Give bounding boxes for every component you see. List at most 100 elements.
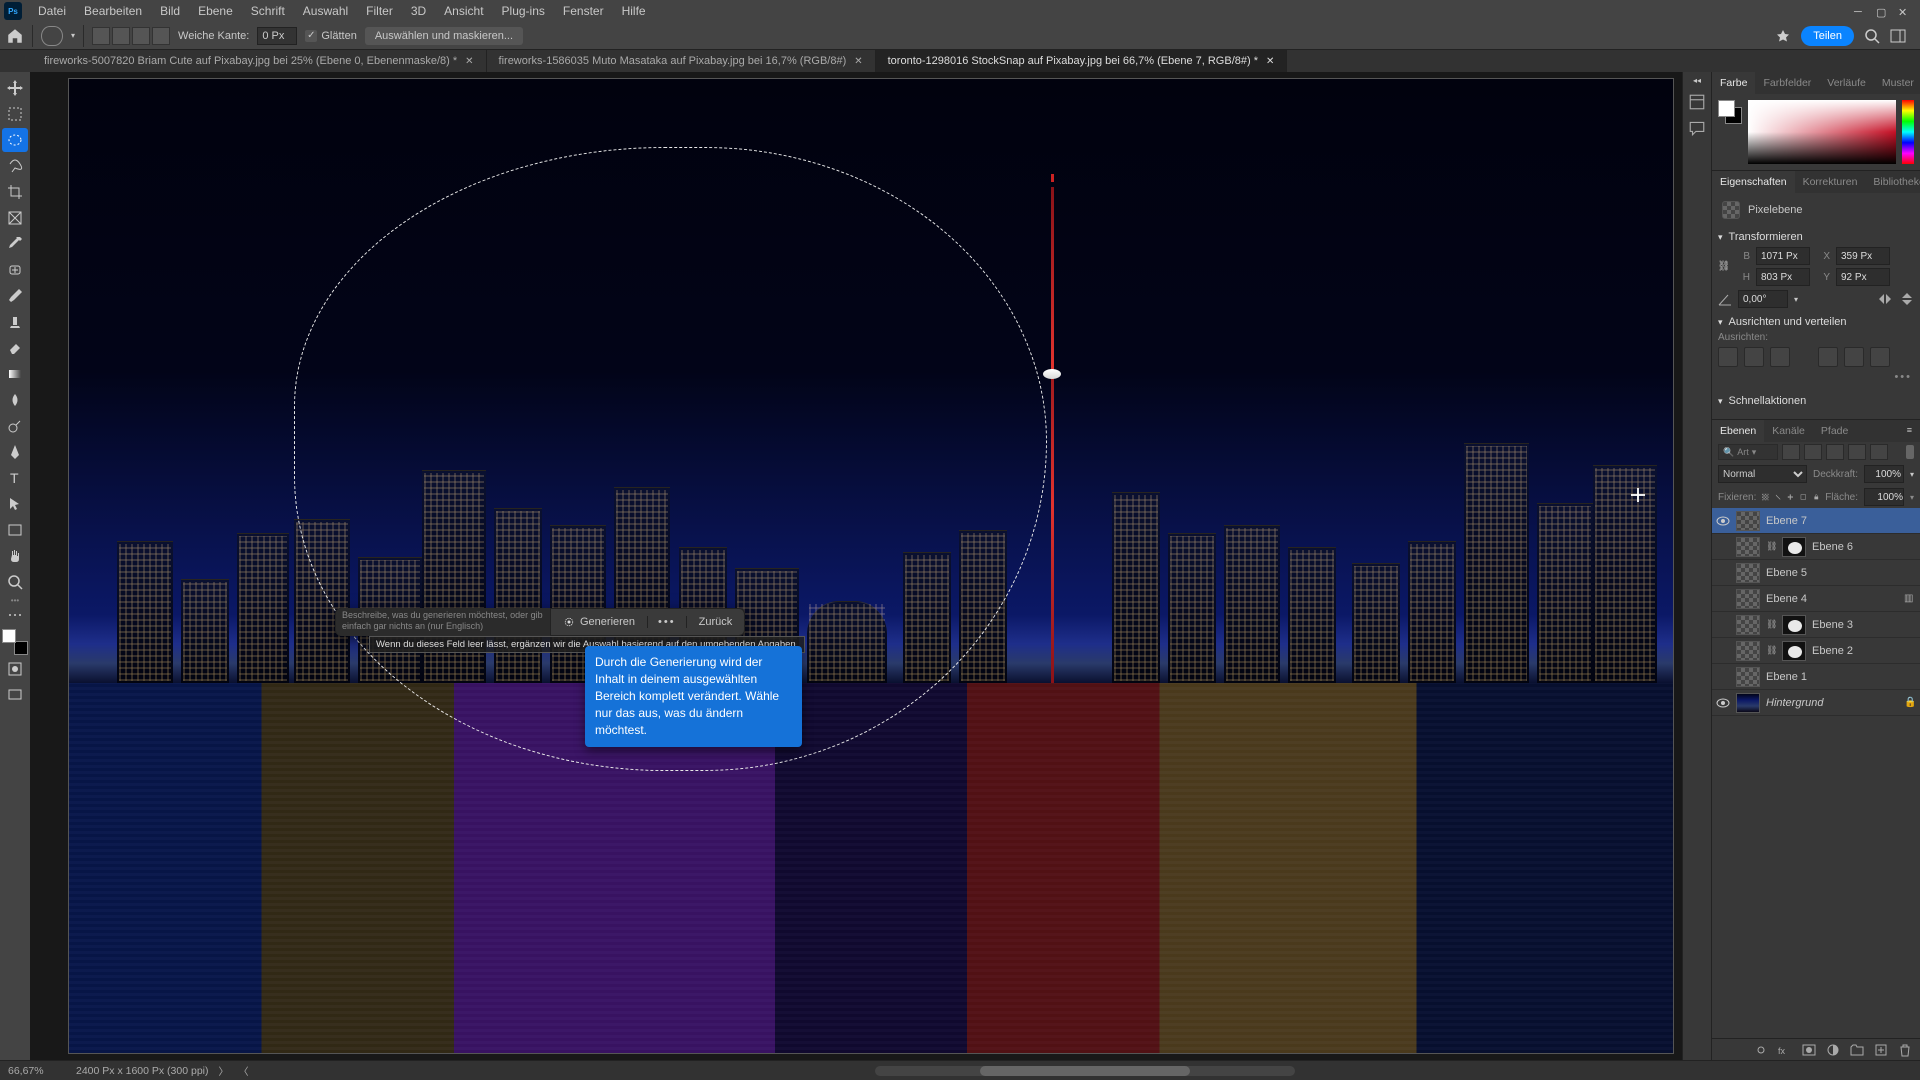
feather-input[interactable] [257, 27, 297, 45]
search-icon[interactable] [1864, 28, 1880, 44]
align-top-icon[interactable] [1818, 347, 1838, 367]
layer-name[interactable]: Ebene 7 [1766, 515, 1807, 527]
visibility-icon[interactable] [1716, 592, 1730, 606]
layer-name[interactable]: Hintergrund [1766, 697, 1823, 709]
tab-pfade[interactable]: Pfade [1813, 420, 1856, 442]
layer-row[interactable]: Ebene 5 [1712, 560, 1920, 586]
section-align[interactable]: Ausrichten und verteilen [1718, 316, 1914, 328]
quickmask-tool[interactable] [2, 657, 28, 681]
menu-ebene[interactable]: Ebene [190, 1, 241, 21]
screenmode-tool[interactable] [2, 683, 28, 707]
ellipse-marquee-tool[interactable] [2, 128, 28, 152]
type-tool[interactable]: T [2, 466, 28, 490]
layer-row[interactable]: Ebene 4 ▥ [1712, 586, 1920, 612]
layer-thumbnail[interactable] [1736, 693, 1760, 713]
window-close-icon[interactable]: ✕ [1898, 6, 1908, 16]
close-icon[interactable]: ✕ [1266, 56, 1274, 67]
window-max-icon[interactable]: ▢ [1876, 6, 1886, 16]
menu-schrift[interactable]: Schrift [243, 1, 293, 21]
link-dimensions-icon[interactable]: ⛓ [1718, 261, 1730, 272]
cloud-discover-icon[interactable] [1775, 28, 1791, 44]
menu-fenster[interactable]: Fenster [555, 1, 612, 21]
document-tab-2[interactable]: fireworks-1586035 Muto Masataka auf Pixa… [487, 50, 876, 72]
generate-button[interactable]: Generieren [551, 609, 647, 635]
eyedropper-tool[interactable] [2, 232, 28, 256]
taskbar-more-button[interactable]: ••• [647, 616, 687, 628]
move-tool[interactable] [2, 76, 28, 100]
lasso-tool[interactable] [2, 154, 28, 178]
selection-add-icon[interactable] [112, 27, 130, 45]
close-icon[interactable]: ✕ [465, 56, 473, 67]
flip-vertical-icon[interactable] [1900, 292, 1914, 306]
layer-mask-thumbnail[interactable] [1782, 641, 1806, 661]
fx-icon[interactable]: fx [1778, 1043, 1792, 1057]
layer-row[interactable]: ⛓Ebene 6 [1712, 534, 1920, 560]
layer-thumbnail[interactable] [1736, 641, 1760, 661]
docinfo-chevron-icon[interactable]: 〉 [219, 1063, 229, 1078]
comments-panel-icon[interactable] [1688, 119, 1706, 137]
workspace-icon[interactable] [1890, 28, 1906, 44]
lock-all-icon[interactable] [1813, 490, 1820, 504]
layer-mask-thumbnail[interactable] [1782, 537, 1806, 557]
antialias-checkbox[interactable]: Glätten [305, 30, 356, 42]
layer-mask-thumbnail[interactable] [1782, 615, 1806, 635]
share-button[interactable]: Teilen [1801, 26, 1854, 46]
x-input[interactable] [1836, 247, 1890, 265]
rect-marquee-tool[interactable] [2, 102, 28, 126]
clone-stamp-tool[interactable] [2, 310, 28, 334]
layer-row[interactable]: ⛓Ebene 3 [1712, 612, 1920, 638]
blend-mode-select[interactable]: Normal [1718, 465, 1807, 483]
prev-chevron-icon[interactable]: 〈 [239, 1063, 249, 1078]
layer-thumbnail[interactable] [1736, 511, 1760, 531]
window-min-icon[interactable]: ─ [1854, 6, 1864, 16]
adjustment-icon[interactable] [1826, 1043, 1840, 1057]
menu-bild[interactable]: Bild [152, 1, 188, 21]
select-and-mask-button[interactable]: Auswählen und maskieren... [365, 27, 523, 45]
blur-tool[interactable] [2, 388, 28, 412]
new-layer-icon[interactable] [1874, 1043, 1888, 1057]
layer-name[interactable]: Ebene 1 [1766, 671, 1807, 683]
layer-thumbnail[interactable] [1736, 667, 1760, 687]
tab-ebenen[interactable]: Ebenen [1712, 420, 1764, 442]
layer-row[interactable]: Ebene 1 [1712, 664, 1920, 690]
crop-tool[interactable] [2, 180, 28, 204]
visibility-icon[interactable] [1716, 540, 1730, 554]
delete-icon[interactable] [1898, 1043, 1912, 1057]
tab-bibliotheken[interactable]: Bibliotheken [1865, 171, 1920, 193]
document-canvas[interactable] [68, 78, 1674, 1054]
layer-row[interactable]: Ebene 7 [1712, 508, 1920, 534]
close-icon[interactable]: ✕ [854, 56, 862, 67]
link-layers-icon[interactable] [1754, 1043, 1768, 1057]
zoom-readout[interactable]: 66,67% [8, 1065, 66, 1077]
visibility-icon[interactable] [1716, 696, 1730, 710]
home-icon[interactable] [6, 27, 24, 45]
gradient-tool[interactable] [2, 362, 28, 386]
hand-tool[interactable] [2, 544, 28, 568]
visibility-icon[interactable] [1716, 644, 1730, 658]
layer-name[interactable]: Ebene 4 [1766, 593, 1807, 605]
tab-muster[interactable]: Muster [1874, 72, 1920, 94]
flip-horizontal-icon[interactable] [1878, 292, 1892, 306]
tab-verlaufe[interactable]: Verläufe [1819, 72, 1874, 94]
visibility-icon[interactable] [1716, 514, 1730, 528]
menu-datei[interactable]: Datei [30, 1, 74, 21]
color-spectrum[interactable] [1748, 100, 1896, 164]
visibility-icon[interactable] [1716, 618, 1730, 632]
menu-filter[interactable]: Filter [358, 1, 401, 21]
taskbar-back-button[interactable]: Zurück [687, 616, 745, 628]
menu-3d[interactable]: 3D [403, 1, 434, 21]
tab-kanale[interactable]: Kanäle [1764, 420, 1813, 442]
zoom-tool[interactable] [2, 570, 28, 594]
document-info[interactable]: 2400 Px x 1600 Px (300 ppi) [76, 1065, 209, 1077]
path-select-tool[interactable] [2, 492, 28, 516]
y-input[interactable] [1836, 268, 1890, 286]
filter-pixel-icon[interactable] [1782, 444, 1800, 460]
layer-effects-icon[interactable]: ▥ [1904, 593, 1916, 604]
link-icon[interactable]: ⛓ [1766, 541, 1776, 552]
layer-row[interactable]: Hintergrund🔒 [1712, 690, 1920, 716]
lock-position-icon[interactable] [1787, 490, 1794, 504]
align-bottom-icon[interactable] [1870, 347, 1890, 367]
link-icon[interactable]: ⛓ [1766, 645, 1776, 656]
selection-intersect-icon[interactable] [152, 27, 170, 45]
menu-plugins[interactable]: Plug-ins [494, 1, 553, 21]
